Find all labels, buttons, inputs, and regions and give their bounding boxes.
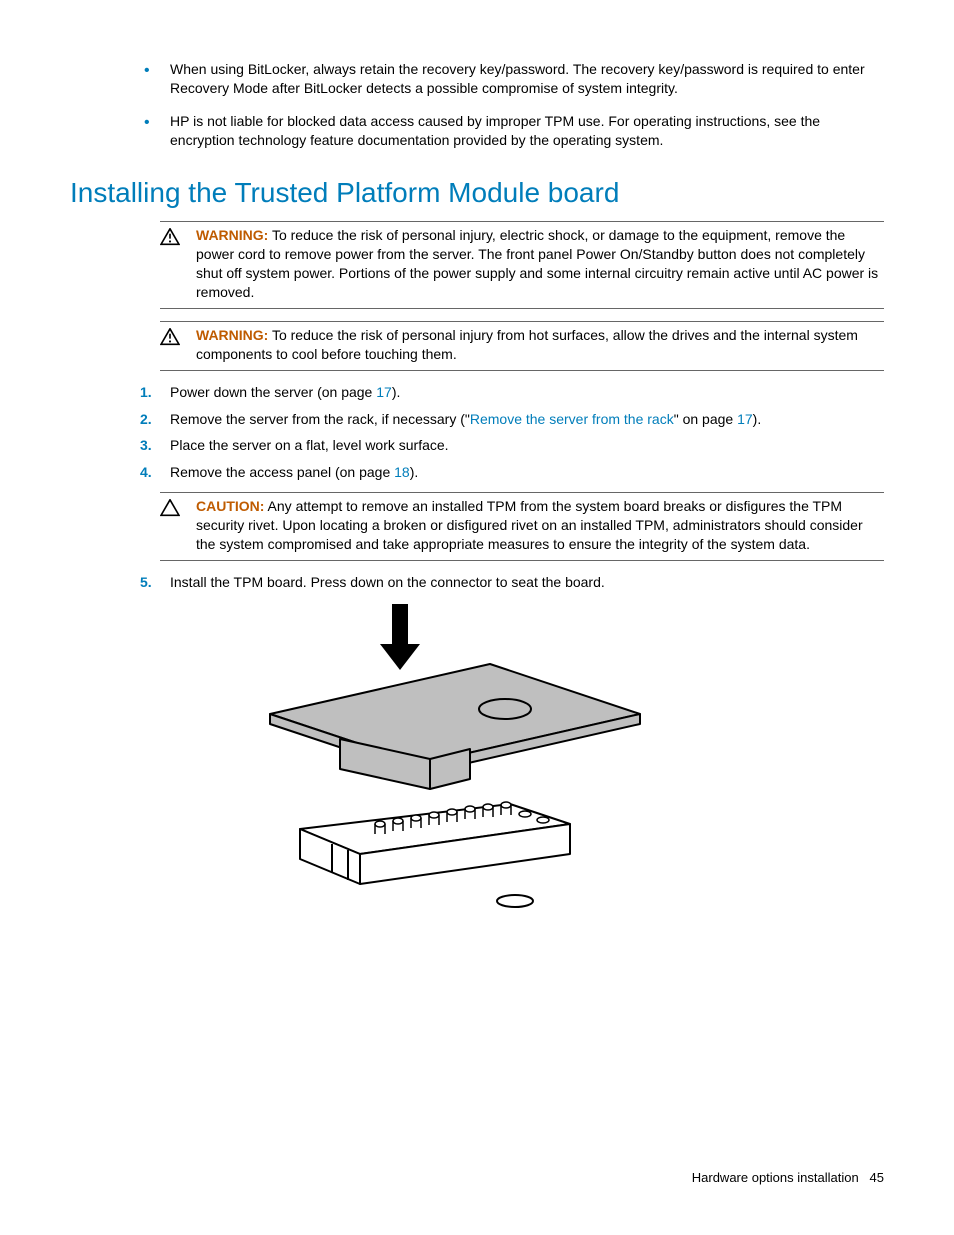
caution-icon — [160, 504, 180, 520]
step-item: 4. Remove the access panel (on page 18). — [130, 463, 884, 482]
step-number: 3. — [140, 436, 152, 455]
tpm-install-diagram — [240, 604, 884, 919]
warning-icon — [160, 233, 180, 249]
step-text: ). — [392, 384, 401, 400]
step-number: 2. — [140, 410, 152, 429]
page-link[interactable]: 17 — [737, 411, 753, 427]
step-text: Install the TPM board. Press down on the… — [170, 574, 605, 590]
bullet-item: When using BitLocker, always retain the … — [130, 60, 884, 98]
step-text: Remove the access panel (on page — [170, 464, 394, 480]
warning-label: WARNING: — [196, 227, 268, 243]
footer-page-number: 45 — [870, 1170, 884, 1185]
step-item: 2. Remove the server from the rack, if n… — [130, 410, 884, 429]
caution-text: Any attempt to remove an installed TPM f… — [196, 498, 863, 552]
caution-box: CAUTION: Any attempt to remove an instal… — [160, 492, 884, 561]
warning-text: To reduce the risk of personal injury fr… — [196, 327, 858, 362]
warning-text: To reduce the risk of personal injury, e… — [196, 227, 878, 300]
step-text: Place the server on a flat, level work s… — [170, 437, 449, 453]
warning-icon — [160, 333, 180, 349]
step-number: 1. — [140, 383, 152, 402]
footer-section: Hardware options installation — [692, 1170, 859, 1185]
step-item: 3. Place the server on a flat, level wor… — [130, 436, 884, 455]
step-list-continued: 5. Install the TPM board. Press down on … — [130, 573, 884, 592]
warning-label: WARNING: — [196, 327, 268, 343]
step-item: 5. Install the TPM board. Press down on … — [130, 573, 884, 592]
xref-link[interactable]: Remove the server from the rack — [470, 411, 674, 427]
warning-box: WARNING: To reduce the risk of personal … — [160, 221, 884, 309]
caution-label: CAUTION: — [196, 498, 264, 514]
page-link[interactable]: 18 — [394, 464, 410, 480]
warning-box: WARNING: To reduce the risk of personal … — [160, 321, 884, 371]
step-list: 1. Power down the server (on page 17). 2… — [130, 383, 884, 483]
step-text: Power down the server (on page — [170, 384, 376, 400]
step-text: ). — [410, 464, 419, 480]
section-heading: Installing the Trusted Platform Module b… — [70, 174, 884, 212]
step-text: " on page — [674, 411, 737, 427]
step-text: ). — [753, 411, 762, 427]
page-link[interactable]: 17 — [376, 384, 392, 400]
page-footer: Hardware options installation 45 — [70, 1169, 884, 1187]
step-number: 5. — [140, 573, 152, 592]
step-item: 1. Power down the server (on page 17). — [130, 383, 884, 402]
step-text: Remove the server from the rack, if nece… — [170, 411, 470, 427]
intro-bullet-list: When using BitLocker, always retain the … — [70, 60, 884, 150]
step-number: 4. — [140, 463, 152, 482]
bullet-item: HP is not liable for blocked data access… — [130, 112, 884, 150]
